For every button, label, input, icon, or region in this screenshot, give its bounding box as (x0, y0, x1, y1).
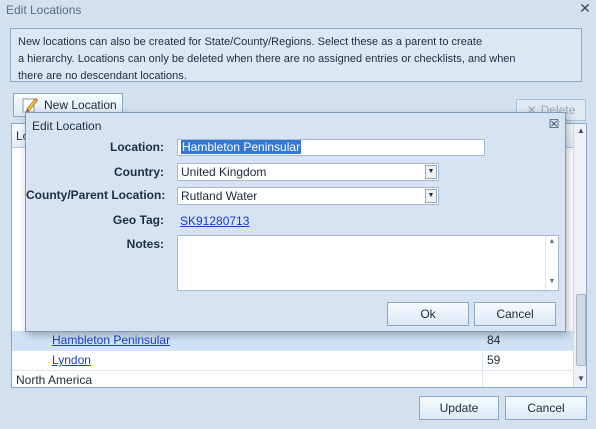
notes-label: Notes: (126, 237, 164, 251)
country-value: United Kingdom (181, 165, 267, 179)
count-cell: 84 (482, 331, 573, 351)
count-cell: 59 (482, 351, 573, 371)
country-select[interactable]: United Kingdom ▼ (177, 163, 439, 181)
count-cell (482, 371, 573, 387)
grid-scrollbar[interactable]: ▲ ▼ (573, 124, 586, 387)
location-field[interactable]: Hambleton Peninsular (177, 139, 485, 156)
edit-location-dialog: Edit Location ☒ Location: Hambleton Peni… (25, 112, 566, 332)
county-select[interactable]: Rutland Water ▼ (177, 187, 439, 205)
info-line: there are no descendant locations. (18, 70, 187, 82)
location-link[interactable]: Lyndon (52, 351, 91, 370)
county-value: Rutland Water (181, 189, 258, 203)
scroll-down-icon[interactable]: ▼ (574, 374, 586, 383)
location-name: North America (16, 373, 93, 387)
location-value: Hambleton Peninsular (181, 140, 302, 154)
notes-scrollbar[interactable]: ▲ ▼ (545, 236, 558, 290)
notes-textarea[interactable]: ▲ ▼ (177, 235, 559, 291)
info-box: New locations can also be created for St… (10, 28, 582, 82)
update-button[interactable]: Update (419, 396, 499, 420)
scroll-down-icon[interactable]: ▼ (546, 278, 558, 285)
info-line: New locations can also be created for St… (18, 36, 483, 48)
new-location-label: New Location (44, 98, 117, 112)
geotag-label: Geo Tag: (112, 213, 164, 227)
location-link[interactable]: Hambleton Peninsular (52, 331, 170, 350)
info-line: a hierarchy. Locations can only be delet… (18, 53, 516, 65)
scrollbar-thumb[interactable] (576, 294, 586, 366)
scroll-up-icon[interactable]: ▲ (546, 238, 558, 245)
dialog-cancel-button[interactable]: Cancel (474, 302, 556, 326)
table-row[interactable]: Hambleton Peninsular 84 (12, 331, 573, 351)
dialog-close-icon[interactable]: ☒ (547, 117, 561, 131)
location-label: Location: (110, 140, 164, 154)
window-close-icon[interactable]: ✕ (578, 1, 592, 15)
table-row[interactable]: North America (12, 371, 573, 387)
county-label: County/Parent Location: (26, 188, 166, 202)
window-title: Edit Locations (6, 3, 82, 17)
chevron-down-icon[interactable]: ▼ (425, 165, 437, 179)
country-label: Country: (114, 165, 164, 179)
scroll-up-icon[interactable]: ▲ (574, 126, 586, 135)
table-row[interactable]: Lyndon 59 (12, 351, 573, 371)
geotag-link[interactable]: SK91280713 (180, 214, 249, 228)
chevron-down-icon[interactable]: ▼ (425, 189, 437, 203)
cancel-button[interactable]: Cancel (505, 396, 587, 420)
ok-button[interactable]: Ok (387, 302, 469, 326)
dialog-title: Edit Location (32, 119, 102, 133)
